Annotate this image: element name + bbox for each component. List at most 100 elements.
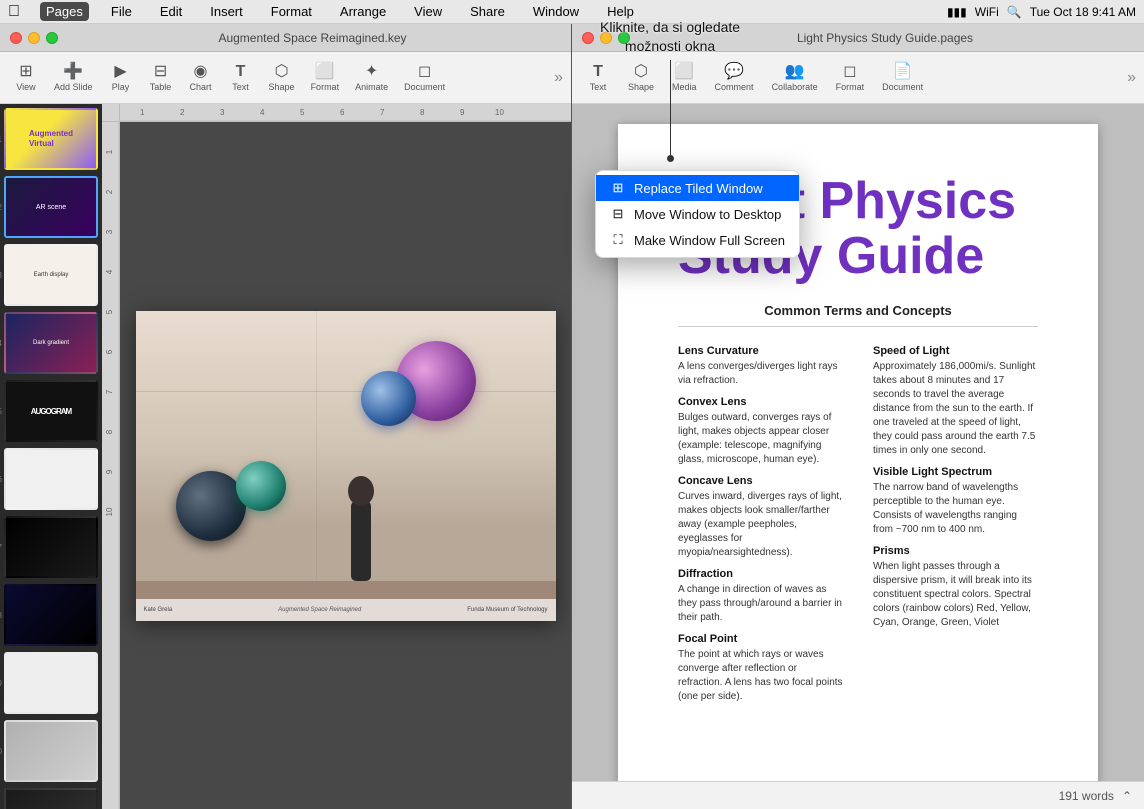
slide-thumb-5[interactable]: AUGOGRAM <box>4 380 98 442</box>
svg-text:10: 10 <box>495 108 504 117</box>
slide-num-3: 3 <box>0 271 2 280</box>
slide-thumb-2[interactable]: AR scene <box>4 176 98 238</box>
pages-close-button[interactable] <box>582 32 594 44</box>
term-desc-convex-lens: Bulges outward, converges rays of light,… <box>678 411 843 467</box>
dropdown-menu: ⊞ Replace Tiled Window ⊟ Move Window to … <box>595 170 800 258</box>
battery-icon: ▮▮▮ <box>947 5 967 19</box>
play-icon: ▶ <box>114 64 126 80</box>
apple-menu-icon[interactable]:  <box>8 3 20 21</box>
person-silhouette <box>336 461 386 581</box>
slide-thumb-10[interactable] <box>4 720 98 782</box>
format-icon: ⬜ <box>315 64 335 80</box>
replace-tiled-icon: ⊞ <box>610 180 626 196</box>
toolbar-document-btn[interactable]: ◻ Document <box>398 60 451 96</box>
toolbar-more-btn[interactable]: » <box>554 69 563 87</box>
caption-left: Kate Grela <box>144 607 173 613</box>
document-icon: ◻ <box>418 64 431 80</box>
toolbar-shape-btn[interactable]: ⬡ Shape <box>263 60 301 96</box>
menu-pages[interactable]: Pages <box>40 2 89 21</box>
term-title-prisms: Prisms <box>873 545 1038 557</box>
menubar:  Pages File Edit Insert Format Arrange … <box>0 0 1144 24</box>
pages-statusbar: 191 words ⌃ <box>572 781 1144 809</box>
table-label: Table <box>150 82 172 92</box>
slide-thumb-img-9 <box>6 654 96 712</box>
maximize-button[interactable] <box>46 32 58 44</box>
pages-collaborate-btn[interactable]: 👥 Collaborate <box>766 60 824 96</box>
menu-format[interactable]: Format <box>265 2 318 21</box>
toolbar-addslide-btn[interactable]: ➕ Add Slide <box>48 60 99 96</box>
dropdown-move-window-desktop[interactable]: ⊟ Move Window to Desktop <box>596 201 799 227</box>
terms-left-col: Lens Curvature A lens converges/diverges… <box>678 345 843 712</box>
table-icon: ⊟ <box>154 64 167 80</box>
slide-thumb-8[interactable] <box>4 584 98 646</box>
document-label: Document <box>404 82 445 92</box>
svg-text:9: 9 <box>105 469 114 474</box>
text-icon: T <box>236 64 246 80</box>
svg-text:9: 9 <box>460 108 465 117</box>
search-icon[interactable]: 🔍 <box>1007 5 1022 19</box>
slide-thumb-img-1: AugmentedVirtual <box>6 110 96 168</box>
toolbar-animate-btn[interactable]: ✦ Animate <box>349 60 394 96</box>
word-count: 191 words <box>1059 789 1114 803</box>
slide-thumb-img-2: AR scene <box>6 178 96 236</box>
dropdown-replace-tiled-window[interactable]: ⊞ Replace Tiled Window <box>596 175 799 201</box>
slide-panel: 1 AugmentedVirtual 2 AR scene <box>0 104 102 809</box>
menu-arrange[interactable]: Arrange <box>334 2 392 21</box>
callout-dot <box>667 155 674 162</box>
dropdown-fullscreen[interactable]: ⛶ Make Window Full Screen <box>596 227 799 253</box>
menu-edit[interactable]: Edit <box>154 2 188 21</box>
toolbar-chart-btn[interactable]: ◉ Chart <box>183 60 219 96</box>
format-label: Format <box>311 82 340 92</box>
pages-document-label: Document <box>882 82 923 92</box>
word-count-arrow[interactable]: ⌃ <box>1122 789 1132 803</box>
keynote-content: 1 AugmentedVirtual 2 AR scene <box>0 104 571 809</box>
animate-icon: ✦ <box>365 64 378 80</box>
callout-line <box>670 60 671 155</box>
pages-document-btn[interactable]: 📄 Document <box>876 60 929 96</box>
pages-toolbar-more-btn[interactable]: » <box>1127 69 1136 87</box>
toolbar-view-btn[interactable]: ⊞ View <box>8 60 44 96</box>
doc-subtitle: Common Terms and Concepts <box>678 303 1038 318</box>
minimize-button[interactable] <box>28 32 40 44</box>
menu-file[interactable]: File <box>105 2 138 21</box>
slide-thumb-4[interactable]: Dark gradient <box>4 312 98 374</box>
slide-thumb-7[interactable] <box>4 516 98 578</box>
pages-format-btn[interactable]: ◻ Format <box>830 60 871 96</box>
menu-view[interactable]: View <box>408 2 448 21</box>
slide-thumb-img-11 <box>6 790 96 809</box>
slide-thumb-img-5: AUGOGRAM <box>6 382 96 440</box>
keynote-toolbar: ⊞ View ➕ Add Slide ▶ Play ⊟ Table ◉ Char… <box>0 52 571 104</box>
slide-wrapper-7: 7 <box>4 516 98 578</box>
toolbar-table-btn[interactable]: ⊟ Table <box>143 60 179 96</box>
term-desc-prisms: When light passes through a dispersive p… <box>873 560 1038 630</box>
slide-thumb-9[interactable] <box>4 652 98 714</box>
terms-grid: Lens Curvature A lens converges/diverges… <box>678 345 1038 712</box>
menu-window[interactable]: Window <box>527 2 585 21</box>
slide-scene: Kate Grela Augmented Space Reimagined Fu… <box>136 311 556 621</box>
current-slide[interactable]: Kate Grela Augmented Space Reimagined Fu… <box>136 311 556 621</box>
ruler-corner <box>102 104 120 122</box>
slide-thumb-3[interactable]: Earth display <box>4 244 98 306</box>
slide-thumb-1[interactable]: AugmentedVirtual <box>4 108 98 170</box>
toolbar-format-btn[interactable]: ⬜ Format <box>305 60 346 96</box>
slide-thumb-6[interactable] <box>4 448 98 510</box>
toolbar-play-btn[interactable]: ▶ Play <box>103 60 139 96</box>
svg-text:7: 7 <box>105 389 114 394</box>
pages-format-icon: ◻ <box>843 64 856 80</box>
sphere-blue <box>361 371 416 426</box>
menu-insert[interactable]: Insert <box>204 2 249 21</box>
slide-wrapper-1: 1 AugmentedVirtual <box>4 108 98 170</box>
term-diffraction: Diffraction A change in direction of wav… <box>678 568 843 625</box>
svg-text:6: 6 <box>105 349 114 354</box>
svg-text:8: 8 <box>420 108 425 117</box>
slide-caption-bar: Kate Grela Augmented Space Reimagined Fu… <box>136 599 556 621</box>
close-button[interactable] <box>10 32 22 44</box>
svg-text:3: 3 <box>220 108 225 117</box>
menubar-right: ▮▮▮ WiFi 🔍 Tue Oct 18 9:41 AM <box>947 5 1136 19</box>
menu-share[interactable]: Share <box>464 2 511 21</box>
sphere-teal <box>236 461 286 511</box>
term-title-diffraction: Diffraction <box>678 568 843 580</box>
callout: Kliknite, da si ogledatemožnosti okna <box>600 18 740 162</box>
toolbar-text-btn[interactable]: T Text <box>223 60 259 96</box>
slide-thumb-11[interactable] <box>4 788 98 809</box>
